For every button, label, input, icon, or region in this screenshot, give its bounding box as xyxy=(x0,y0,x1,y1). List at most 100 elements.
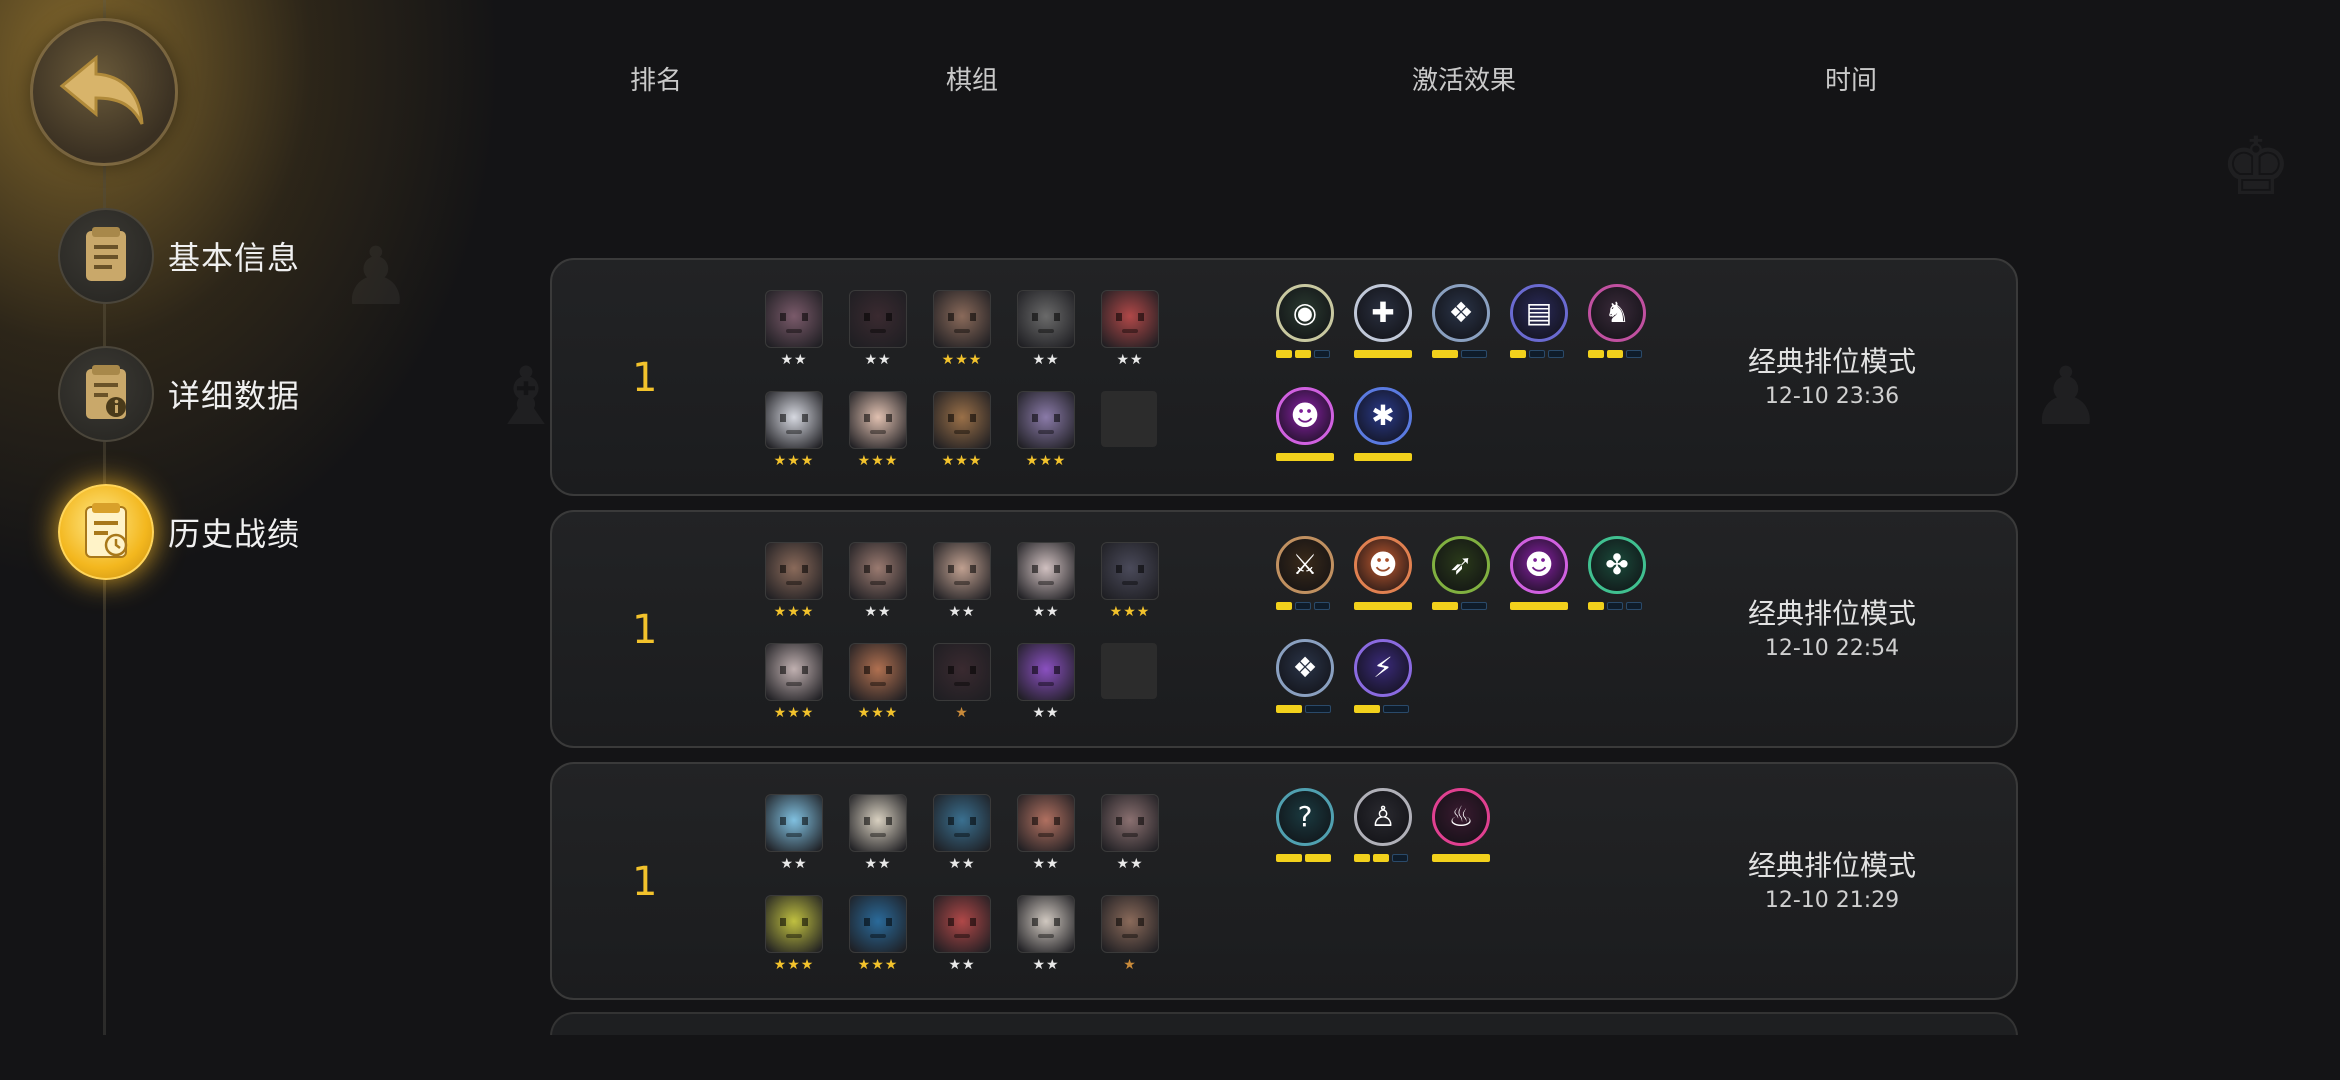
hero-piece[interactable]: ★★★ xyxy=(765,643,823,721)
hero-piece[interactable]: ★★ xyxy=(933,794,991,872)
synergy-item[interactable]: ⚡ xyxy=(1354,639,1414,713)
nav-item-detailed-data[interactable]: 详细数据 xyxy=(58,346,300,442)
hero-piece[interactable]: ★★ xyxy=(933,542,991,620)
synergy-item[interactable]: ⚔ xyxy=(1276,536,1336,610)
synergy-bar-inactive xyxy=(1461,602,1487,610)
hero-eyes xyxy=(948,565,976,573)
hero-piece[interactable]: ★ xyxy=(1101,895,1159,973)
pawn-deco-icon: ♟ xyxy=(340,230,412,323)
hero-piece[interactable]: ★★ xyxy=(1017,643,1075,721)
hero-piece[interactable]: ★★★ xyxy=(933,290,991,368)
hero-lineup: ★★★★★★★★★★★★★★★★★★★★★ xyxy=(765,542,1165,742)
synergy-item[interactable]: ✤ xyxy=(1588,536,1648,610)
synergy-bar-inactive xyxy=(1529,350,1545,358)
hero-eyes xyxy=(1032,414,1060,422)
synergy-glyph: ☻ xyxy=(1524,548,1554,581)
hero-portrait xyxy=(849,542,907,600)
hero-star-level: ★★★ xyxy=(773,453,815,469)
hero-eyes xyxy=(1116,918,1144,926)
synergy-bar-inactive xyxy=(1392,854,1408,862)
hero-piece[interactable]: ★★★ xyxy=(849,895,907,973)
synergy-bar-inactive xyxy=(1305,705,1331,713)
synergy-bar-active xyxy=(1276,453,1334,461)
record-card[interactable]: 1 ★★★ ★★ ★★ ★★ ★★★ ★★★ ★★★ ★ ★★ ⚔ ☻ ➶ ☻ ✤ ❖ ⚡ 经典排位模式 12-10… xyxy=(550,510,2018,748)
hero-piece[interactable]: ★★ xyxy=(765,794,823,872)
match-timestamp: 12-10 21:29 xyxy=(1764,888,1900,913)
hero-mouth xyxy=(786,682,802,686)
hero-piece[interactable]: ★★★ xyxy=(1101,542,1159,620)
synergy-item[interactable]: ☻ xyxy=(1510,536,1570,610)
hero-mouth xyxy=(1038,934,1054,938)
synergy-glyph: ❖ xyxy=(1292,651,1318,684)
synergy-item[interactable]: ➶ xyxy=(1432,536,1492,610)
hero-piece[interactable]: ★ xyxy=(933,643,991,721)
back-button[interactable] xyxy=(30,18,178,166)
synergy-item[interactable]: ☻ xyxy=(1354,536,1414,610)
synergy-bar-active xyxy=(1276,854,1302,862)
hero-mouth xyxy=(786,430,802,434)
synergy-item[interactable]: ♨ xyxy=(1432,788,1492,862)
hero-eyes xyxy=(780,565,808,573)
synergy-item[interactable]: ❖ xyxy=(1432,284,1492,358)
hero-eyes xyxy=(864,666,892,674)
hero-eyes xyxy=(780,414,808,422)
record-card[interactable]: 1 ★★ ★★ ★★★ ★★ ★★ ★★★ ★★★ ★★★ ★★★ ◉ ✚ ❖ ▤ ♞ ☻ ✱ 经典排位模式 12-… xyxy=(550,258,2018,496)
hero-mouth xyxy=(954,833,970,837)
empty-hero-slot xyxy=(1101,643,1157,699)
hero-piece[interactable]: ★★ xyxy=(849,794,907,872)
synergy-item[interactable]: ✚ xyxy=(1354,284,1414,358)
synergy-glyph: ➶ xyxy=(1449,548,1473,581)
hero-piece[interactable]: ★★★ xyxy=(933,391,991,469)
hero-piece[interactable]: ★★★ xyxy=(765,391,823,469)
hero-piece[interactable]: ★★ xyxy=(1101,290,1159,368)
info-document-icon xyxy=(58,346,154,442)
synergy-bar-active xyxy=(1295,350,1311,358)
hero-piece[interactable]: ★★ xyxy=(1017,290,1075,368)
hero-portrait xyxy=(765,542,823,600)
cross-icon: ✚ xyxy=(1354,284,1412,342)
hero-portrait xyxy=(1017,895,1075,953)
hero-piece[interactable]: ★★★ xyxy=(1017,391,1075,469)
nav-item-match-history[interactable]: 历史战绩 xyxy=(58,484,300,580)
hero-piece[interactable]: ★★ xyxy=(1101,794,1159,872)
history-clock-icon xyxy=(58,484,154,580)
hero-eyes xyxy=(780,817,808,825)
hero-piece[interactable]: ★★★ xyxy=(849,391,907,469)
synergy-bar-inactive xyxy=(1461,350,1487,358)
synergy-item[interactable]: ▤ xyxy=(1510,284,1570,358)
hero-star-level: ★★ xyxy=(948,856,976,872)
synergy-item[interactable]: ? xyxy=(1276,788,1336,862)
hero-portrait xyxy=(1017,391,1075,449)
hero-piece[interactable]: ★★ xyxy=(1017,794,1075,872)
nav-label: 详细数据 xyxy=(168,377,301,415)
hero-piece[interactable]: ★★★ xyxy=(849,643,907,721)
synergy-item[interactable]: ✱ xyxy=(1354,387,1414,461)
synergy-item[interactable]: ☻ xyxy=(1276,387,1336,461)
bow-icon: ➶ xyxy=(1432,536,1490,594)
column-header-lineup: 棋组 xyxy=(946,66,999,96)
hero-star-level: ★★★ xyxy=(857,453,899,469)
hero-portrait xyxy=(1017,794,1075,852)
synergy-item[interactable]: ♙ xyxy=(1354,788,1414,862)
hero-piece[interactable]: ★★ xyxy=(1017,895,1075,973)
hero-piece[interactable]: ★★ xyxy=(849,542,907,620)
synergy-progress xyxy=(1432,350,1492,358)
synergy-bar-active xyxy=(1305,854,1331,862)
hero-piece[interactable]: ★★ xyxy=(1017,542,1075,620)
synergy-item[interactable]: ◉ xyxy=(1276,284,1336,358)
hero-star-level: ★★★ xyxy=(773,705,815,721)
nav-item-basic-info[interactable]: 基本信息 xyxy=(58,208,300,304)
hero-mouth xyxy=(1122,833,1138,837)
record-card[interactable]: 1 ★★ ★★ ★★ ★★ ★★ ★★★ ★★★ ★★ ★★ ★? ♙ ♨ 经典排位模式 12-10 21:… xyxy=(550,762,2018,1000)
synergy-item[interactable]: ♞ xyxy=(1588,284,1648,358)
hero-piece[interactable]: ★★ xyxy=(933,895,991,973)
synergy-progress xyxy=(1588,350,1648,358)
match-info: 经典排位模式 12-10 23:36 xyxy=(1712,340,1952,409)
synergy-progress xyxy=(1354,705,1414,713)
hero-piece[interactable]: ★★ xyxy=(765,290,823,368)
hero-piece[interactable]: ★★ xyxy=(849,290,907,368)
hero-eyes xyxy=(1032,666,1060,674)
hero-piece[interactable]: ★★★ xyxy=(765,542,823,620)
hero-piece[interactable]: ★★★ xyxy=(765,895,823,973)
synergy-item[interactable]: ❖ xyxy=(1276,639,1336,713)
